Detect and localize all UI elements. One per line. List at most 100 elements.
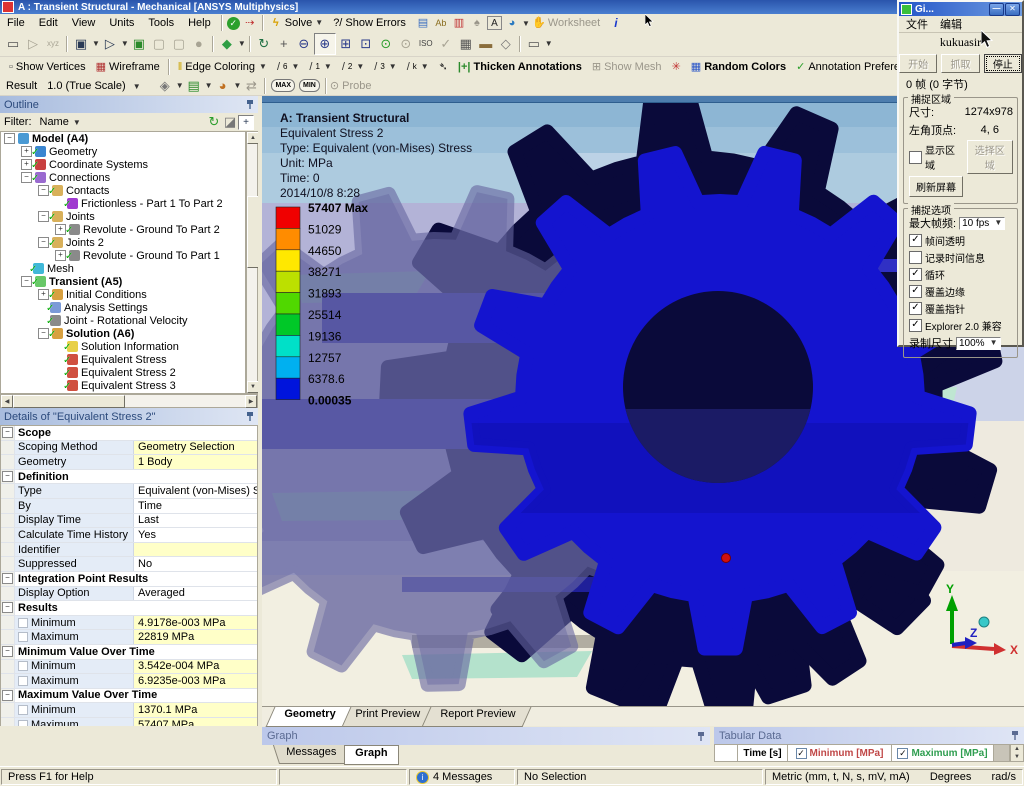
property-value[interactable]: Equivalent (von-Mises) Stress	[134, 484, 257, 498]
refresh-screen-button[interactable]: 刷新屏幕	[909, 176, 963, 197]
details-property-row[interactable]: TypeEquivalent (von-Mises) Stress	[1, 484, 257, 499]
zoom-undo-icon[interactable]: ⊙	[376, 34, 396, 54]
details-property-row[interactable]: Scoping MethodGeometry Selection	[1, 441, 257, 456]
viewport-tab-report-preview[interactable]: Report Preview	[422, 707, 532, 727]
solve-button[interactable]: Solve	[285, 17, 313, 29]
select-mode-icon[interactable]: ▣	[71, 34, 91, 54]
tree-item[interactable]: +✓Coordinate Systems	[1, 158, 245, 171]
filter-dropdown[interactable]: Name ▼	[40, 116, 81, 128]
prev-select-icon[interactable]: ▢	[149, 34, 169, 54]
details-property-row[interactable]: Calculate Time HistoryYes	[1, 528, 257, 543]
category-toggle[interactable]: −	[1, 470, 15, 484]
zoom-box-icon[interactable]: ⊞	[336, 34, 356, 54]
tree-item[interactable]: ✓Equivalent Stress	[1, 353, 245, 366]
details-property-row[interactable]: Maximum6.9235e-003 MPa	[1, 674, 257, 689]
expand-all-icon[interactable]: +	[238, 115, 254, 130]
property-value[interactable]: Yes	[134, 528, 257, 542]
property-value[interactable]: No	[134, 557, 257, 571]
info-icon[interactable]: i	[614, 16, 617, 30]
random-colors-button[interactable]: ▦Random Colors	[686, 58, 791, 75]
option-checkbox[interactable]: ✓	[909, 319, 922, 332]
details-category-row[interactable]: −Scope	[1, 426, 257, 441]
minimize-button[interactable]: —	[989, 3, 1004, 16]
tree-item[interactable]: +✓Revolute - Ground To Part 1	[1, 249, 245, 262]
record-size-select[interactable]: 100%▼	[956, 337, 1001, 350]
property-value[interactable]: 22819 MPa	[134, 630, 257, 644]
zoom-redo-icon[interactable]: ⊙	[396, 34, 416, 54]
category-toggle[interactable]: −	[1, 572, 15, 586]
capture-menu-item[interactable]: 文件	[906, 16, 928, 32]
new-page-icon[interactable]: ▤	[415, 15, 431, 30]
tree-item[interactable]: ✓Solution Information	[1, 340, 245, 353]
tree-item[interactable]: −✓Joints	[1, 210, 245, 223]
check-circle-icon[interactable]: ✓	[227, 17, 240, 30]
details-category-row[interactable]: −Maximum Value Over Time	[1, 689, 257, 704]
letter-A-icon[interactable]: A	[487, 16, 502, 30]
tree-item[interactable]: ✓Equivalent Stress 3	[1, 379, 245, 392]
dropdown-icon[interactable]: ▼	[522, 19, 530, 28]
collapse-icon[interactable]: −	[2, 471, 13, 482]
filter-settings-icon[interactable]: ◪	[222, 115, 238, 130]
option-checkbox[interactable]	[909, 251, 922, 264]
details-category-row[interactable]: −Integration Point Results	[1, 572, 257, 587]
tree-item[interactable]: ✓Analysis Settings	[1, 301, 245, 314]
result-toggle-box[interactable]	[18, 676, 28, 686]
property-value[interactable]: 6.9235e-003 MPa	[134, 674, 257, 688]
details-property-row[interactable]: Minimum3.542e-004 MPa	[1, 660, 257, 675]
tabular-column-minimum[interactable]: ✓Minimum [MPa]	[788, 744, 892, 762]
spellcheck-icon[interactable]: Ab	[433, 15, 449, 30]
pan-icon[interactable]: +	[274, 34, 294, 54]
property-value[interactable]: 1370.1 MPa	[134, 703, 257, 717]
category-toggle[interactable]: −	[1, 601, 15, 615]
collapse-icon[interactable]: −	[2, 427, 13, 438]
property-value[interactable]: Last	[134, 514, 257, 528]
dropdown-icon[interactable]: ▼	[121, 39, 129, 48]
tree-item[interactable]: +✓Geometry	[1, 145, 245, 158]
result-toggle-box[interactable]	[18, 632, 28, 642]
ruler-icon[interactable]: ▬	[476, 34, 496, 54]
status-messages[interactable]: i 4 Messages	[409, 769, 515, 785]
show-vertices-button[interactable]: ▫Show Vertices	[4, 58, 91, 75]
next-select-icon[interactable]: ▢	[169, 34, 189, 54]
box-select-icon[interactable]: ▣	[129, 34, 149, 54]
tree-item[interactable]: −✓Solution (A6)	[1, 327, 245, 340]
zoom-out-icon[interactable]: ⊖	[294, 34, 314, 54]
category-toggle[interactable]: −	[1, 426, 15, 440]
xyz-label-icon[interactable]: xyz	[43, 34, 63, 54]
capture-menu-item[interactable]: 编辑	[940, 16, 962, 32]
details-property-row[interactable]: Identifier	[1, 543, 257, 558]
scale-dropdown[interactable]: 1.0 (True Scale) ▼	[47, 80, 141, 92]
details-property-row[interactable]: Maximum22819 MPa	[1, 630, 257, 645]
look-at-icon[interactable]: ✓	[436, 34, 456, 54]
menu-help[interactable]: Help	[181, 16, 218, 30]
dropdown-icon[interactable]: ▼	[238, 39, 246, 48]
pin-tool-icon[interactable]: ➴	[434, 58, 453, 75]
callout-icon[interactable]: ▭	[3, 34, 23, 54]
tree-item[interactable]: +✓Initial Conditions	[1, 288, 245, 301]
image-colors-icon[interactable]: ◕	[504, 15, 520, 30]
zoom-fit-icon[interactable]: ⊡	[356, 34, 376, 54]
pin-icon[interactable]	[1011, 730, 1019, 741]
refresh-icon[interactable]: ↻	[206, 115, 222, 130]
details-property-row[interactable]: Minimum1370.1 MPa	[1, 703, 257, 718]
show-errors-button[interactable]: ?/ Show Errors	[333, 17, 406, 29]
dock-tab-graph[interactable]: Graph	[344, 745, 398, 765]
section-plane-icon[interactable]: ▭	[524, 34, 544, 54]
collapse-icon[interactable]: −	[2, 573, 13, 584]
tree-item[interactable]: ✓Mesh	[1, 262, 245, 275]
menu-tools[interactable]: Tools	[141, 16, 181, 30]
pin-icon[interactable]	[246, 99, 254, 110]
chart-icon[interactable]: ▥	[451, 15, 467, 30]
property-value[interactable]: 4.9178e-003 MPa	[134, 616, 257, 630]
result-toggle-box[interactable]	[18, 661, 28, 671]
viewport-tab-geometry[interactable]: Geometry	[266, 707, 352, 727]
max-probe-button[interactable]: MAX	[271, 79, 295, 92]
category-toggle[interactable]: −	[1, 645, 15, 659]
details-property-row[interactable]: Display TimeLast	[1, 514, 257, 529]
collapse-icon[interactable]: −	[4, 133, 15, 144]
option-checkbox[interactable]: ✓	[909, 285, 922, 298]
geometry-display-icon[interactable]: ◈	[155, 76, 175, 96]
tree-item[interactable]: −✓Joints 2	[1, 236, 245, 249]
extend-select-icon[interactable]: ●	[189, 34, 209, 54]
collapse-icon[interactable]: −	[2, 690, 13, 701]
